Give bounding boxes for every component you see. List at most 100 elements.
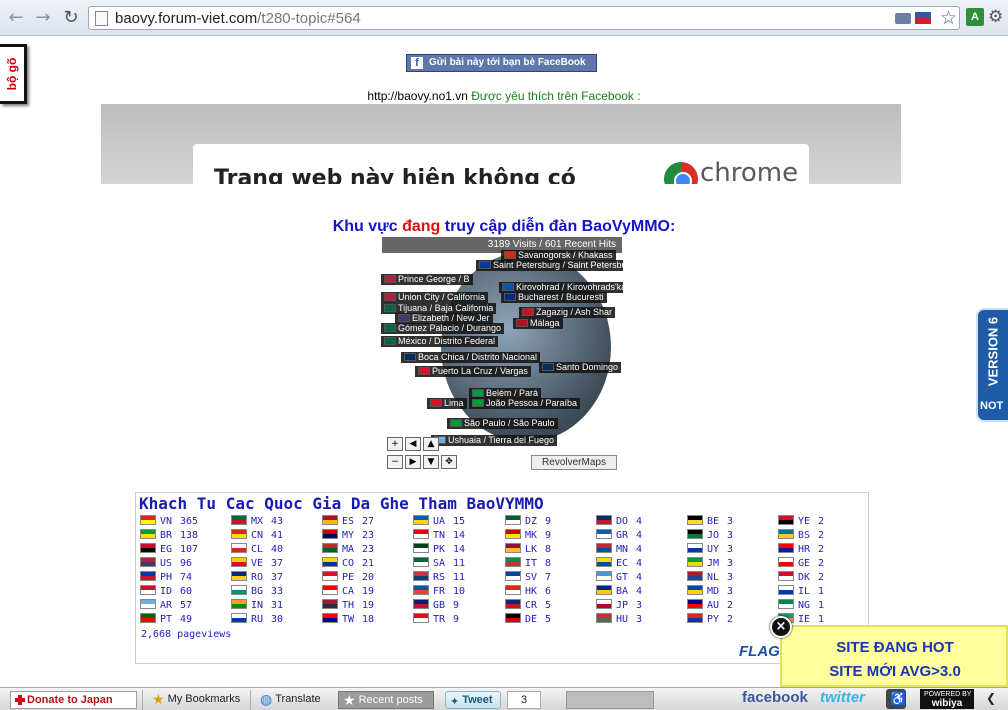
country-entry[interactable]: BG 33 [231, 585, 283, 598]
country-entry[interactable]: MY 23 [322, 529, 374, 542]
country-entry[interactable]: CA 19 [322, 585, 374, 598]
country-entry[interactable]: HR 2 [778, 543, 824, 556]
country-entry[interactable]: PH 74 [140, 571, 192, 584]
country-entry[interactable]: FR 10 [413, 585, 465, 598]
country-entry[interactable]: JP 3 [596, 599, 642, 612]
country-entry[interactable]: DO 4 [596, 515, 642, 528]
collapse-chevron-icon[interactable]: ❮ [982, 690, 1000, 708]
country-entry[interactable]: US 96 [140, 557, 192, 570]
country-entry[interactable]: CN 41 [231, 529, 283, 542]
country-entry[interactable]: YE 2 [778, 515, 824, 528]
country-entry[interactable]: VN 365 [140, 515, 198, 528]
country-entry[interactable]: TR 9 [413, 613, 459, 626]
wibiya-badge[interactable]: POWERED BY wibiya [920, 689, 974, 709]
country-entry[interactable]: RU 30 [231, 613, 283, 626]
site-url-link[interactable]: http://baovy.no1.vn [367, 89, 468, 103]
country-entry[interactable]: CR 5 [505, 599, 551, 612]
wrench-icon[interactable]: ⚙ [988, 7, 1003, 27]
country-entry[interactable]: BE 3 [687, 515, 733, 528]
country-entry[interactable]: SA 11 [413, 557, 465, 570]
country-entry[interactable]: NG 1 [778, 599, 824, 612]
facebook-logo[interactable]: facebook [738, 690, 812, 708]
country-entry[interactable]: JM 3 [687, 557, 733, 570]
facebook-share-button[interactable]: f Gửi bài này tới bạn bè FaceBook [406, 54, 597, 72]
country-entry[interactable]: TH 19 [322, 599, 374, 612]
country-entry[interactable]: EG 107 [140, 543, 198, 556]
country-entry[interactable]: BR 138 [140, 529, 198, 542]
country-entry[interactable]: HK 6 [505, 585, 551, 598]
country-entry[interactable]: PE 20 [322, 571, 374, 584]
address-url[interactable]: baovy.forum-viet.com/t280-topic#564 [115, 10, 361, 27]
promo-box[interactable]: SITE ĐANG HOT SITE MỚI AVG>3.0 [780, 625, 1008, 687]
country-entry[interactable]: BA 4 [596, 585, 642, 598]
reload-icon[interactable]: ↻ [61, 8, 81, 28]
donate-button[interactable]: Donate to Japan [10, 691, 137, 709]
bookmark-star-icon[interactable]: ☆ [940, 7, 957, 29]
empty-slot[interactable] [566, 691, 654, 709]
country-entry[interactable]: EC 4 [596, 557, 642, 570]
flag-counter-widget[interactable]: Khach Tu Cac Quoc Gia Da Ghe Tham BaoVYM… [135, 492, 869, 664]
country-entry[interactable]: ID 60 [140, 585, 192, 598]
country-entry[interactable]: UY 3 [687, 543, 733, 556]
country-entry[interactable]: VE 37 [231, 557, 283, 570]
country-entry[interactable]: TW 18 [322, 613, 374, 626]
country-entry[interactable]: GR 4 [596, 529, 642, 542]
country-entry[interactable]: BS 2 [778, 529, 824, 542]
country-entry[interactable]: RO 37 [231, 571, 283, 584]
country-entry[interactable]: PY 2 [687, 613, 733, 626]
accessibility-icon[interactable]: ♿ [886, 689, 906, 709]
country-entry[interactable]: GT 4 [596, 571, 642, 584]
tweet-button[interactable]: ✦ Tweet [445, 691, 501, 709]
country-entry[interactable]: ES 27 [322, 515, 374, 528]
country-entry[interactable]: RS 11 [413, 571, 465, 584]
center-button[interactable]: ✥ [441, 455, 457, 469]
country-entry[interactable]: PT 49 [140, 613, 192, 626]
revolver-map-widget[interactable]: 3189 Visits / 601 Recent Hits Savanogors… [381, 236, 623, 472]
country-entry[interactable]: IT 8 [505, 557, 551, 570]
country-entry[interactable]: DK 2 [778, 571, 824, 584]
translate-button[interactable]: ◍ Translate [256, 691, 325, 709]
recent-posts-button[interactable]: ★ Recent posts [338, 691, 434, 709]
rotate-down-button[interactable]: ▼ [423, 455, 439, 469]
rotate-left-button[interactable]: ◀ [405, 437, 421, 451]
country-entry[interactable]: JO 3 [687, 529, 733, 542]
country-entry[interactable]: MK 9 [505, 529, 551, 542]
country-entry[interactable]: LK 8 [505, 543, 551, 556]
rotate-up-button[interactable]: ▲ [423, 437, 439, 451]
country-entry[interactable]: GB 9 [413, 599, 459, 612]
zoom-in-button[interactable]: + [387, 437, 403, 451]
country-entry[interactable]: CL 40 [231, 543, 283, 556]
close-icon[interactable]: × [770, 616, 792, 638]
country-entry[interactable]: NL 3 [687, 571, 733, 584]
forward-arrow-icon[interactable]: → [33, 8, 53, 28]
version-side-tab[interactable]: VERSION 6 NOT [976, 308, 1008, 422]
address-bar[interactable]: baovy.forum-viet.com/t280-topic#564 ☆ [88, 6, 960, 30]
zoom-out-button[interactable]: − [387, 455, 403, 469]
bookmarks-button[interactable]: ★ My Bookmarks [148, 691, 244, 709]
country-entry[interactable]: AR 57 [140, 599, 192, 612]
country-entry[interactable]: DE 5 [505, 613, 551, 626]
keyboard-icon[interactable] [895, 13, 911, 24]
country-entry[interactable]: IL 1 [778, 585, 824, 598]
country-entry[interactable]: CO 21 [322, 557, 374, 570]
country-entry[interactable]: MN 4 [596, 543, 642, 556]
country-entry[interactable]: MD 3 [687, 585, 733, 598]
translate-extension-icon[interactable]: A [966, 8, 984, 26]
country-entry[interactable]: IN 31 [231, 599, 283, 612]
country-entry[interactable]: PK 14 [413, 543, 465, 556]
language-flag-icon[interactable] [915, 12, 931, 24]
back-arrow-icon[interactable]: ← [6, 8, 26, 28]
twitter-logo[interactable]: twitter [816, 690, 869, 708]
revolvermaps-brand-link[interactable]: RevolverMaps [531, 455, 617, 470]
rotate-right-button[interactable]: ▶ [405, 455, 421, 469]
flag-counter-logo[interactable]: FLAG [739, 643, 780, 660]
country-entry[interactable]: GE 2 [778, 557, 824, 570]
country-entry[interactable]: DZ 9 [505, 515, 551, 528]
country-entry[interactable]: SV 7 [505, 571, 551, 584]
country-entry[interactable]: HU 3 [596, 613, 642, 626]
country-entry[interactable]: MA 23 [322, 543, 374, 556]
country-entry[interactable]: MX 43 [231, 515, 283, 528]
country-entry[interactable]: AU 2 [687, 599, 733, 612]
country-entry[interactable]: UA 15 [413, 515, 465, 528]
country-entry[interactable]: TN 14 [413, 529, 465, 542]
